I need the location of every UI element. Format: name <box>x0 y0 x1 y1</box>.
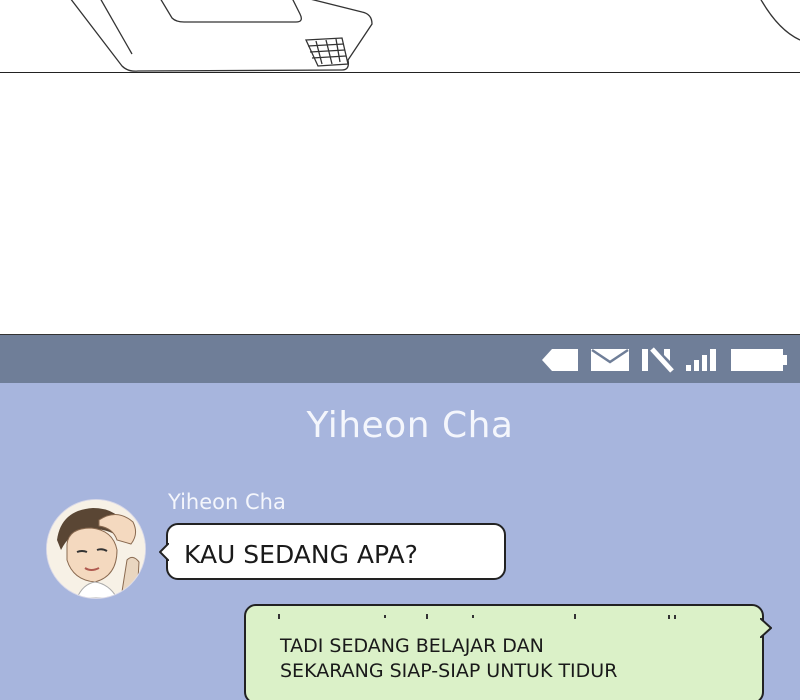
sent-message-text: TADI SEDANG BELAJAR DAN SEKARANG SIAP-SI… <box>280 634 617 684</box>
laptop-illustration <box>70 0 800 72</box>
battery-icon <box>731 349 787 371</box>
received-message-text: KAU SEDANG APA? <box>184 540 418 569</box>
status-icons <box>540 347 788 373</box>
bubble-tail-right <box>760 618 772 638</box>
mail-icon <box>591 348 629 371</box>
no-network-icon <box>642 347 674 373</box>
status-bar <box>0 335 800 383</box>
bubble-tail-left <box>159 543 169 561</box>
avatar <box>46 499 146 599</box>
gutter-space <box>0 73 800 335</box>
sender-name: Yiheon Cha <box>168 490 286 514</box>
comic-panel-laptop <box>0 0 800 72</box>
chat-area: Yiheon Cha Yiheon Cha KAU SEDANG APA? TA… <box>0 383 800 700</box>
bubble-dot-marks <box>278 614 676 619</box>
avatar-portrait <box>47 500 145 598</box>
sent-message-bubble: TADI SEDANG BELAJAR DAN SEKARANG SIAP-SI… <box>244 604 772 700</box>
chat-title: Yiheon Cha <box>306 405 514 446</box>
sent-message-line-1: TADI SEDANG BELAJAR DAN <box>280 635 544 657</box>
received-message-bubble: KAU SEDANG APA? <box>159 523 506 580</box>
signal-icon <box>686 349 716 371</box>
back-tag-icon <box>542 349 578 371</box>
sent-message-line-2: SEKARANG SIAP-SIAP UNTUK TIDUR <box>280 660 618 682</box>
